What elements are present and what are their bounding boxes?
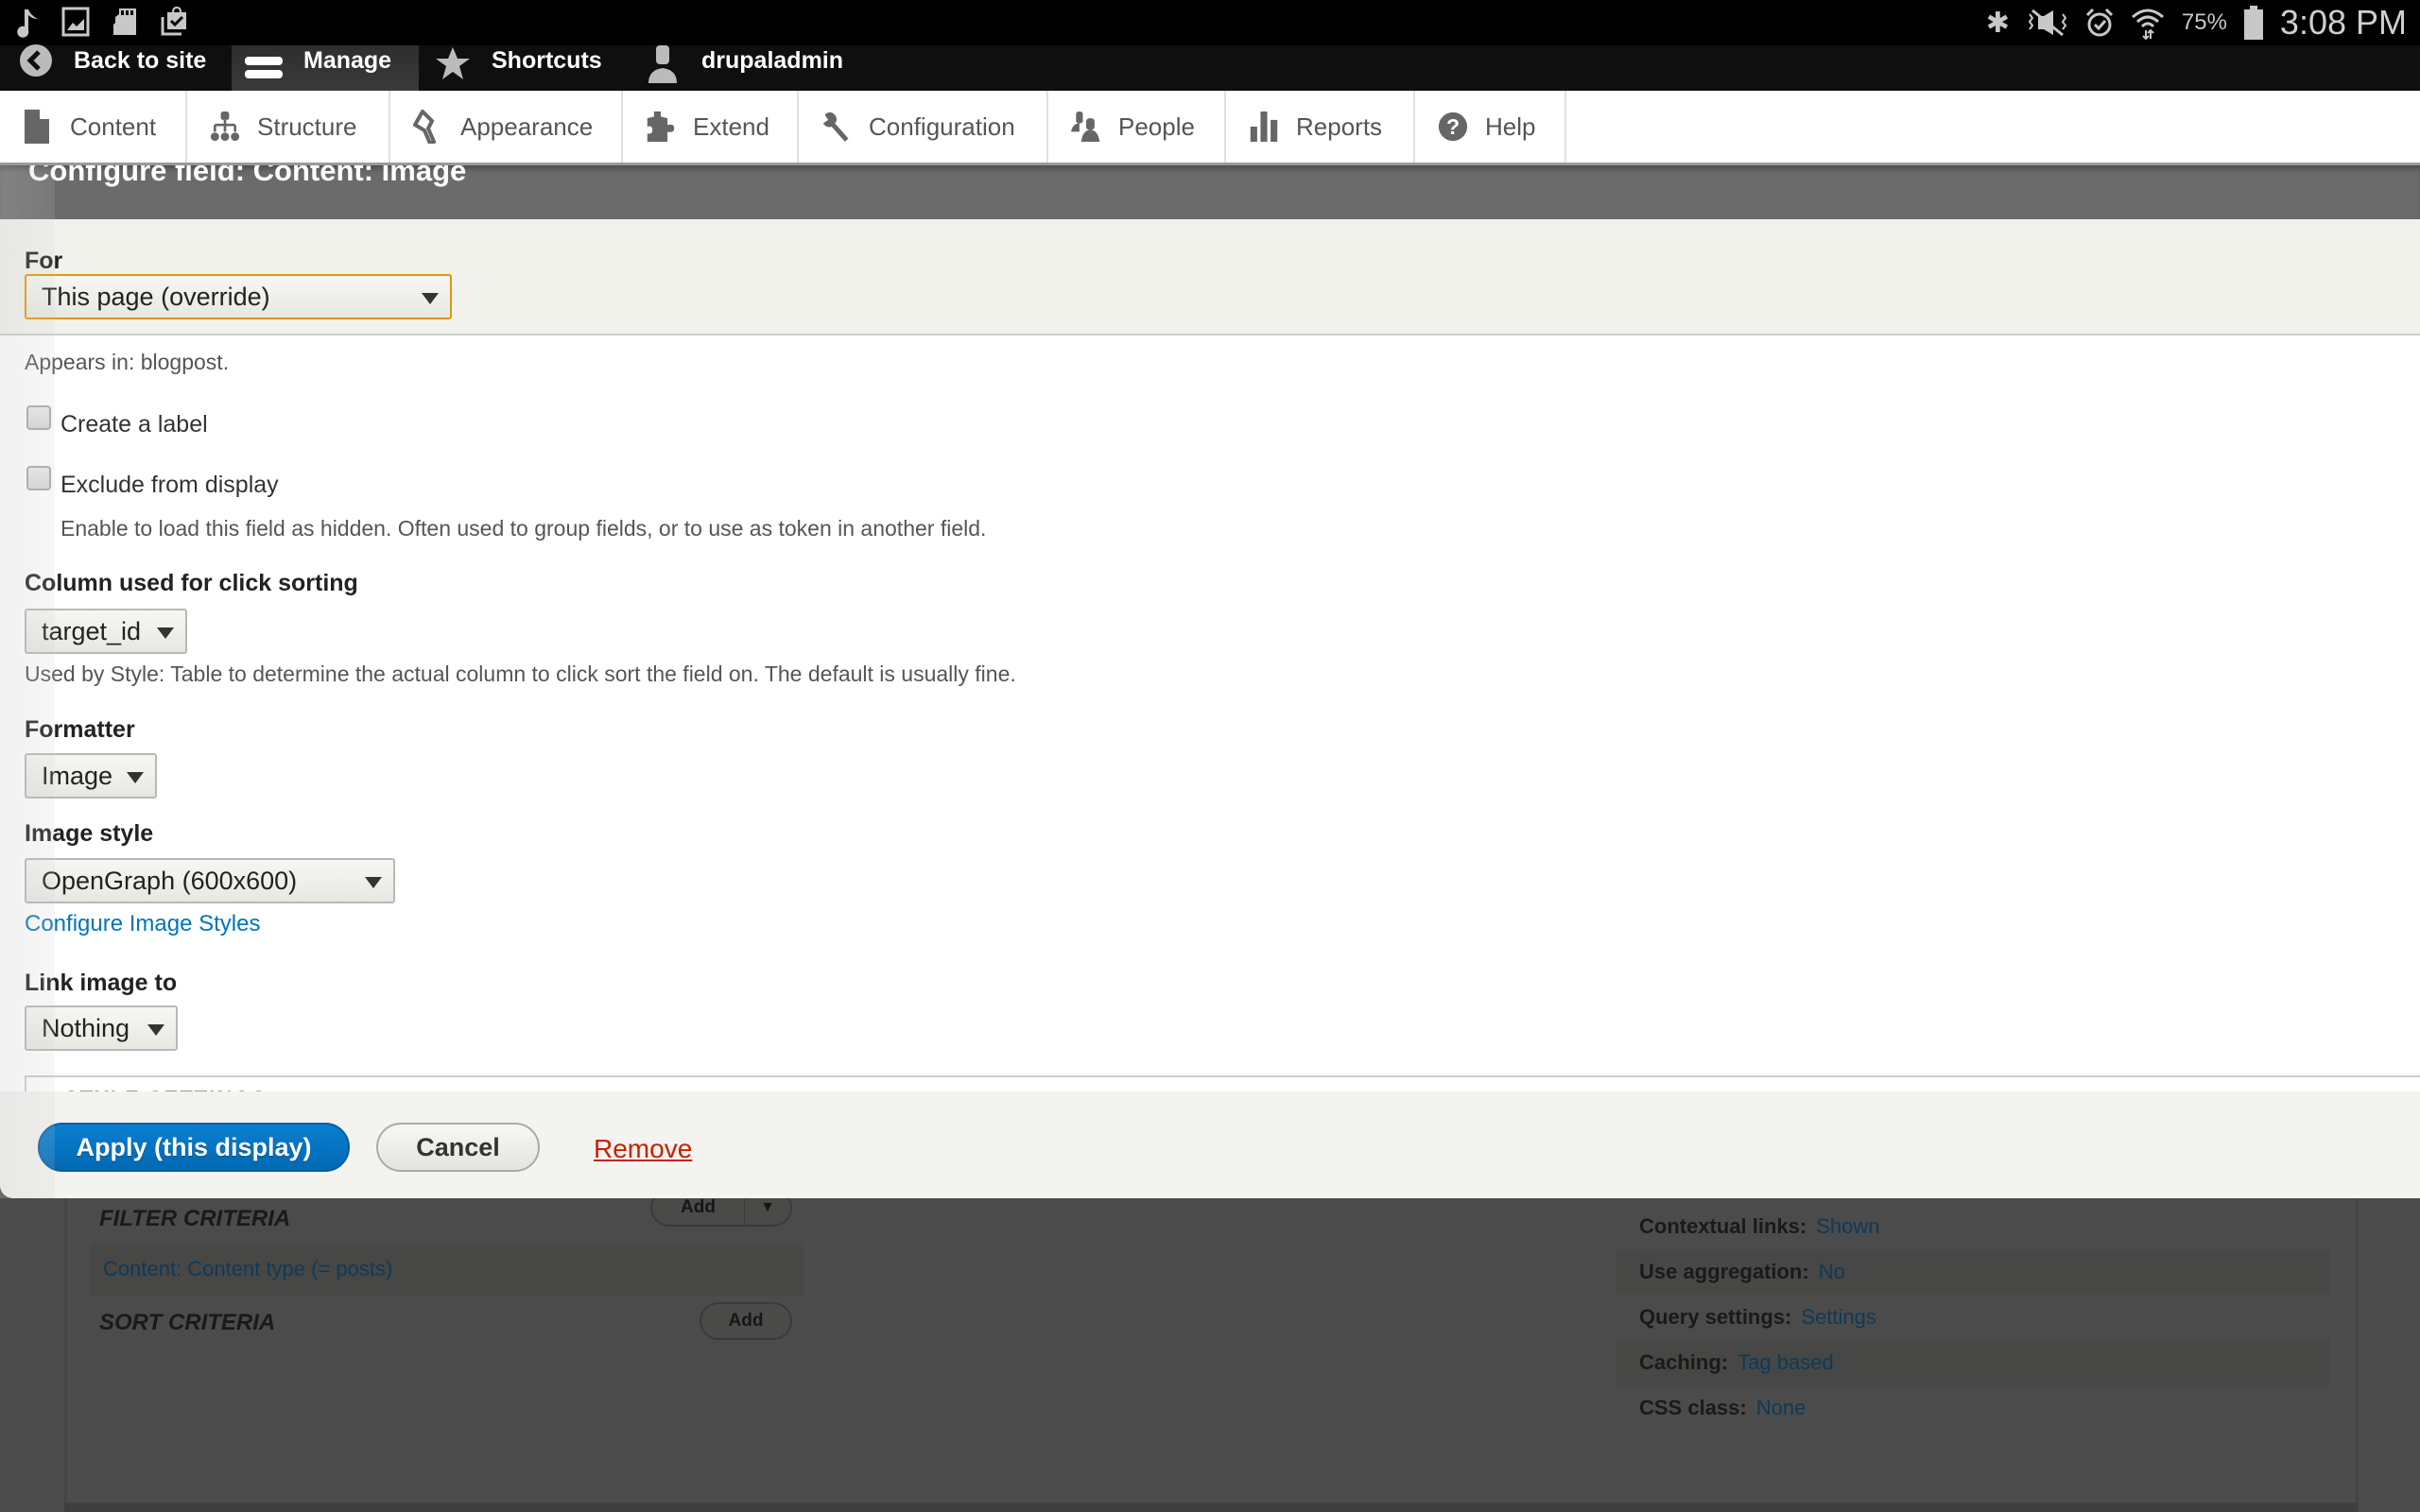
setting-row: CSS class: None	[1616, 1385, 2330, 1431]
tray-tab-help[interactable]: ? Help	[1415, 91, 1566, 163]
image-style-label: Image style	[25, 820, 154, 847]
chevron-down-icon	[365, 877, 382, 888]
exclude-display-label[interactable]: Exclude from display	[60, 472, 279, 499]
manage-tab[interactable]: Manage	[232, 45, 419, 91]
people-icon	[1071, 112, 1100, 142]
battery-icon	[2243, 6, 2263, 40]
tray-tab-structure[interactable]: Structure	[187, 91, 390, 163]
filter-criteria-heading: FILTER CRITERIA	[99, 1206, 291, 1231]
exclude-display-description: Enable to load this field as hidden. Oft…	[60, 516, 987, 541]
chevron-down-icon	[147, 1024, 164, 1036]
for-label: For	[25, 248, 63, 274]
paintbrush-icon	[413, 110, 437, 144]
sort-add-button[interactable]: Add	[700, 1302, 792, 1340]
caret-down-icon: ▼	[760, 1199, 775, 1215]
dialog-title: Configure field: Content: Image	[28, 165, 467, 187]
star-icon	[436, 47, 470, 79]
click-sort-description: Used by Style: Table to determine the ac…	[25, 662, 1016, 686]
create-label-label[interactable]: Create a label	[60, 411, 208, 438]
chevron-down-icon	[157, 627, 174, 639]
alarm-icon	[2085, 8, 2113, 37]
filter-item[interactable]: Content: Content type (= posts)	[90, 1246, 804, 1295]
formatter-select[interactable]: Image	[25, 753, 157, 799]
tray-tab-appearance[interactable]: Appearance	[390, 91, 623, 163]
appears-in-text: Appears in: blogpost.	[25, 350, 230, 374]
for-select[interactable]: This page (override)	[25, 274, 452, 319]
vibrate-mute-icon	[2028, 9, 2067, 37]
user-tab[interactable]: drupaladmin	[645, 45, 843, 91]
setting-value-link[interactable]: Settings	[1801, 1305, 1876, 1330]
back-arrow-icon	[20, 44, 52, 77]
music-note-icon	[17, 9, 38, 38]
clipboard-check-icon	[161, 6, 186, 36]
tray-tab-people[interactable]: People	[1048, 91, 1226, 163]
svg-text:?: ?	[1446, 114, 1460, 139]
exclude-display-checkbox[interactable]	[26, 466, 51, 490]
puzzle-icon	[647, 112, 675, 142]
chevron-down-icon	[422, 293, 439, 304]
setting-row: Query settings: Settings	[1616, 1295, 2330, 1340]
wifi-icon	[2131, 9, 2164, 40]
remove-link[interactable]: Remove	[594, 1134, 692, 1164]
hamburger-menu-icon	[245, 57, 283, 78]
link-image-select[interactable]: Nothing	[25, 1005, 178, 1051]
help-icon: ?	[1438, 112, 1468, 142]
filter-criteria-header: FILTER CRITERIA Add ▼	[90, 1189, 804, 1244]
create-label-checkbox[interactable]	[26, 405, 51, 430]
tray-tab-configuration[interactable]: Configuration	[799, 91, 1048, 163]
apply-button[interactable]: Apply (this display)	[38, 1123, 350, 1172]
back-to-site-link[interactable]: Back to site	[19, 44, 206, 91]
formatter-label: Formatter	[25, 716, 135, 743]
user-icon	[648, 45, 677, 83]
configure-image-styles-link[interactable]: Configure Image Styles	[25, 911, 260, 937]
setting-row: Contextual links: Shown	[1616, 1204, 2330, 1249]
image-style-select[interactable]: OpenGraph (600x600)	[25, 858, 395, 903]
setting-value-link[interactable]: Tag based	[1737, 1350, 1834, 1375]
override-section: For This page (override)	[0, 219, 2420, 335]
setting-value-link[interactable]: Shown	[1816, 1214, 1879, 1239]
battery-percent: 75%	[2181, 9, 2227, 35]
tray-tab-reports[interactable]: Reports	[1226, 91, 1415, 163]
configure-field-dialog: Configure field: Content: Image For This…	[0, 165, 2420, 1198]
click-sort-label: Column used for click sorting	[25, 570, 358, 596]
panel-footer-bar	[64, 1503, 2359, 1512]
tray-tab-extend[interactable]: Extend	[623, 91, 799, 163]
sitemap-icon	[210, 112, 240, 142]
bar-chart-icon	[1250, 112, 1278, 142]
sort-criteria-header: SORT CRITERIA Add	[90, 1297, 804, 1349]
shortcuts-tab[interactable]: Shortcuts	[435, 45, 602, 91]
dialog-button-pane: Apply (this display) Cancel Remove	[0, 1091, 2420, 1198]
wrench-icon	[822, 112, 849, 142]
admin-tray: Content Structure Appearance Extend Conf…	[0, 91, 2420, 165]
cancel-button[interactable]: Cancel	[376, 1123, 540, 1172]
setting-value-link[interactable]: None	[1756, 1396, 1806, 1420]
clock: 3:08 PM	[2279, 3, 2407, 42]
view-settings-column: Contextual links: Shown Use aggregation: N…	[1616, 1198, 2330, 1433]
setting-value-link[interactable]: No	[1819, 1260, 1845, 1284]
link-image-label: Link image to	[25, 970, 178, 996]
setting-row: Use aggregation: No	[1616, 1249, 2330, 1295]
dialog-titlebar: Configure field: Content: Image	[0, 165, 2420, 219]
file-icon	[25, 110, 49, 144]
gallery-icon	[61, 7, 90, 37]
setting-row: Caching: Tag based	[1616, 1340, 2330, 1385]
tray-tab-content[interactable]: Content	[0, 91, 187, 163]
sort-criteria-heading: SORT CRITERIA	[99, 1310, 276, 1335]
click-sort-select[interactable]: target_id	[25, 609, 187, 654]
bluetooth-icon: ✱	[1985, 7, 2010, 39]
sd-card-icon	[113, 9, 136, 35]
view-left-column: FILTER CRITERIA Add ▼ Content: Content t…	[90, 1189, 804, 1349]
chevron-down-icon	[127, 772, 144, 783]
admin-toolbar: Back to site Manage Shortcuts drupaladmi…	[0, 44, 2420, 91]
android-status-bar: ✱ 75% 3:08 PM	[0, 0, 2420, 45]
